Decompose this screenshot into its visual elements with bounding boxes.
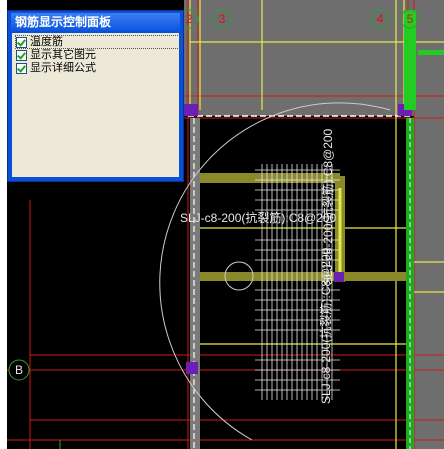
left-edge-strip [0, 0, 7, 449]
rebar-display-panel[interactable]: 钢筋显示控制面板 温度筋 显示其它图元 显示详细公式 [7, 10, 184, 182]
option-show-other-elements[interactable]: 显示其它图元 [16, 49, 96, 61]
option-label: 显示详细公式 [30, 61, 96, 74]
option-show-detailed-formula[interactable]: 显示详细公式 [16, 62, 96, 74]
left-column [190, 118, 200, 449]
svg-text:5: 5 [407, 12, 414, 26]
panel-body: 温度筋 显示其它图元 显示详细公式 [12, 33, 182, 177]
svg-text:3: 3 [219, 12, 226, 26]
svg-text:B: B [15, 363, 23, 377]
option-label: 显示其它图元 [30, 48, 96, 61]
option-label: 温度筋 [30, 35, 63, 48]
rebar-label-horizontal: SLJ-c8-200(抗裂筋):C8@200 [180, 210, 337, 225]
option-temperature-rebar[interactable]: 温度筋 [15, 35, 182, 49]
right-wall-area [414, 116, 444, 449]
checkbox-checked-icon[interactable] [16, 63, 27, 74]
svg-text:4: 4 [377, 12, 384, 26]
rebar-label-vertical-b: SLJ-c8-200(抗裂筋):C8@200 [318, 247, 333, 404]
purple-node [334, 272, 344, 282]
checkbox-checked-icon[interactable] [16, 37, 27, 48]
axis-bubble-b: B [8, 359, 30, 381]
panel-title[interactable]: 钢筋显示控制面板 [11, 13, 180, 31]
purple-markers [184, 104, 412, 374]
svg-text:2: 2 [186, 12, 193, 26]
checkbox-checked-icon[interactable] [16, 50, 27, 61]
